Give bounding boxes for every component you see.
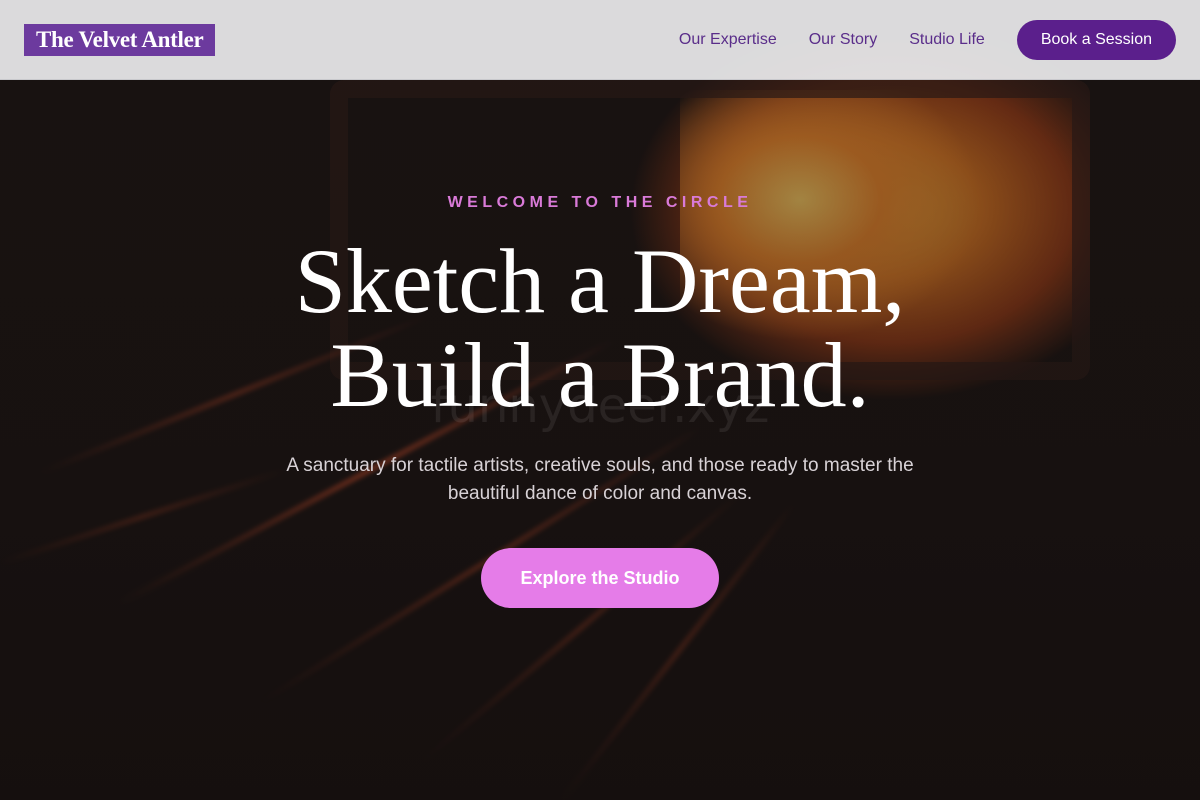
nav-link-our-story[interactable]: Our Story [809, 31, 877, 49]
nav-link-studio-life[interactable]: Studio Life [909, 31, 985, 49]
hero-section: WELCOME TO THE CIRCLE Sketch a Dream, Bu… [0, 194, 1200, 608]
top-navbar: The Velvet Antler Our Expertise Our Stor… [0, 0, 1200, 80]
nav-links: Our Expertise Our Story Studio Life Book… [647, 19, 1176, 60]
hero-subtitle: A sanctuary for tactile artists, creativ… [286, 455, 914, 504]
hero-headline: Sketch a Dream, Build a Brand. [0, 234, 1200, 422]
hero-eyebrow: WELCOME TO THE CIRCLE [447, 194, 753, 211]
brand-logo[interactable]: The Velvet Antler [24, 23, 216, 56]
explore-studio-button[interactable]: Explore the Studio [481, 548, 719, 608]
book-session-button[interactable]: Book a Session [1016, 19, 1176, 60]
nav-link-our-expertise[interactable]: Our Expertise [679, 31, 777, 49]
hero-headline-line1: Sketch a Dream, [294, 230, 906, 332]
hero-headline-line2: Build a Brand. [330, 324, 870, 426]
